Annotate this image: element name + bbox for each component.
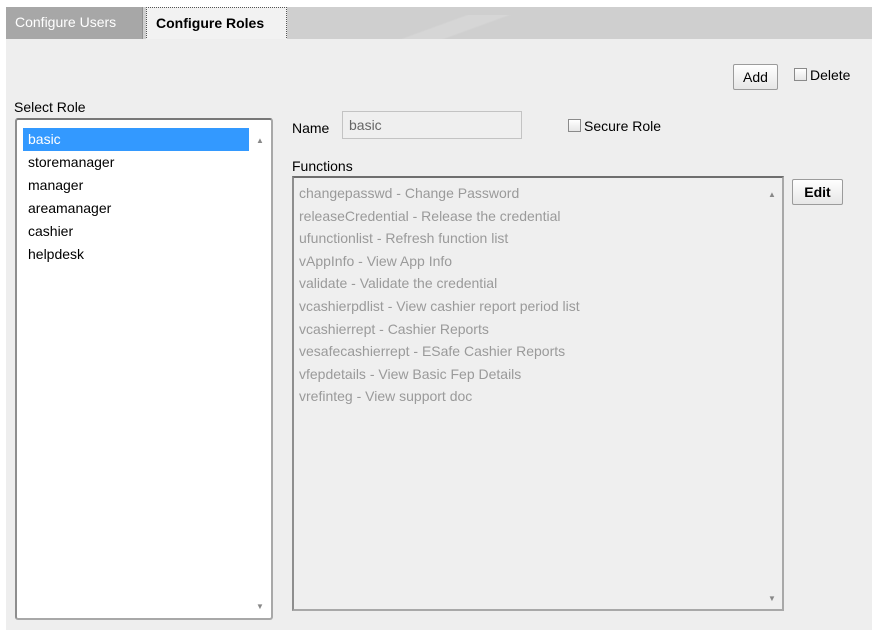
secure-role-label: Secure Role [584,118,662,134]
functions-listbox[interactable]: changepasswd - Change Password releaseCre… [292,176,784,611]
functions-list: changepasswd - Change Password releaseCre… [299,182,769,408]
function-item: validate - Validate the credential [299,275,498,292]
add-button[interactable]: Add [733,64,778,90]
role-item[interactable]: manager [23,174,249,197]
role-item[interactable]: cashier [23,220,249,243]
tab-configure-users[interactable]: Configure Users [6,7,143,39]
function-item: vcashierpdlist - View cashier report per… [299,297,580,314]
tab-configure-roles[interactable]: Configure Roles [146,7,287,39]
role-item[interactable]: storemanager [23,151,249,174]
background-watermark [256,15,556,39]
edit-button[interactable]: Edit [792,179,843,205]
scroll-down-arrow-icon[interactable]: ▼ [766,594,778,603]
delete-checkbox[interactable] [794,68,807,81]
tab-bar: Configure Users Configure Roles [6,7,872,39]
role-name-field[interactable] [342,111,522,139]
function-item: vrefinteg - View support doc [299,388,473,405]
role-item[interactable]: basic [23,128,249,151]
scroll-down-arrow-icon[interactable]: ▼ [254,602,266,611]
scroll-up-arrow-icon[interactable]: ▲ [254,136,266,145]
scroll-up-arrow-icon[interactable]: ▲ [766,190,778,199]
functions-label: Functions [292,158,353,174]
select-role-label: Select Role [14,99,86,115]
function-item: vesafecashierrept - ESafe Cashier Report… [299,343,566,360]
role-item[interactable]: areamanager [23,197,249,220]
function-item: changepasswd - Change Password [299,185,520,201]
function-item: vfepdetails - View Basic Fep Details [299,365,522,382]
function-item: vAppInfo - View App Info [299,252,453,269]
secure-role-checkbox[interactable] [568,119,581,132]
role-list: basic storemanager manager areamanager cashi… [23,128,249,266]
role-item[interactable]: helpdesk [23,243,249,266]
role-listbox[interactable]: basic storemanager manager areamanager cashi… [15,118,273,620]
function-item: vcashierrept - Cashier Reports [299,320,489,337]
delete-label: Delete [810,67,851,83]
configure-panel: Configure Users Configure Roles Add Dele… [6,7,872,630]
name-label: Name [292,120,330,136]
function-item: ufunctionlist - Refresh function list [299,230,509,247]
function-item: releaseCredential - Release the credenti… [299,207,561,224]
